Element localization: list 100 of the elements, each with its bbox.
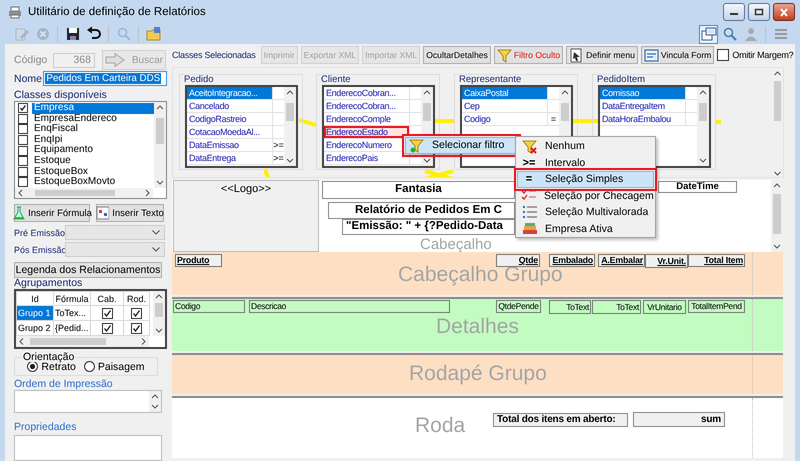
- scrollbar[interactable]: [697, 87, 709, 166]
- action-button[interactable]: Filtro Oculto: [494, 46, 564, 64]
- report-field[interactable]: Codigo: [173, 300, 245, 313]
- report-field[interactable]: <<Logo>>: [173, 180, 319, 252]
- scrollbar[interactable]: [153, 291, 165, 336]
- field-item[interactable]: Comissao: [600, 87, 686, 99]
- report-field[interactable]: ToText: [592, 300, 641, 314]
- checkbox[interactable]: [18, 124, 28, 134]
- report-field[interactable]: "Emissão: " + {?Pedido-Data: [342, 219, 515, 235]
- report-field[interactable]: VrUnitario: [643, 300, 686, 314]
- minimize-button[interactable]: [723, 3, 745, 21]
- report-field[interactable]: Descricao: [249, 300, 450, 313]
- report-field[interactable]: Relatório de Pedidos Em C: [328, 202, 515, 219]
- field-item[interactable]: EnderecoCobran...: [324, 87, 410, 99]
- checkbox[interactable]: [102, 322, 112, 334]
- field-item[interactable]: Codigo: [462, 113, 548, 125]
- report-field[interactable]: DateTime: [658, 181, 737, 193]
- field-item[interactable]: EnderecoEstado: [324, 126, 410, 138]
- scrollbar[interactable]: [154, 102, 166, 188]
- pre-emission-label: Pré Emissão: [14, 228, 65, 238]
- grid-cell[interactable]: Grupo 1: [16, 306, 54, 320]
- menu-item[interactable]: Seleção por Checagem: [517, 188, 654, 204]
- field-item[interactable]: EnderecoComple: [324, 113, 410, 125]
- class-item[interactable]: EstoqueBox: [32, 166, 154, 178]
- checkbox-label: Omitir Margem?: [732, 50, 794, 60]
- field-item[interactable]: Cancelado: [187, 100, 273, 112]
- radio-button[interactable]: [84, 361, 95, 372]
- print-order-field[interactable]: [14, 390, 162, 413]
- field-item[interactable]: CodigoRastreio: [187, 113, 273, 125]
- class-item[interactable]: Estoque: [32, 156, 154, 166]
- class-item[interactable]: Equipamento: [32, 145, 154, 156]
- action-button[interactable]: Definir menu: [566, 46, 638, 64]
- field-item[interactable]: CotacaoMoedaAl...: [187, 126, 273, 138]
- relation-line: [423, 169, 455, 177]
- class-item[interactable]: EmpresaEndereco: [32, 114, 154, 124]
- search-icon: [722, 26, 738, 42]
- layout-button[interactable]: [699, 24, 718, 44]
- field-item[interactable]: DataHoraEmbalou: [600, 113, 686, 125]
- report-field[interactable]: Embalado: [549, 254, 595, 267]
- menu-item[interactable]: >= Intervalo: [517, 154, 654, 171]
- checkbox[interactable]: [18, 135, 28, 146]
- field-item[interactable]: CaixaPostal: [462, 87, 548, 99]
- report-field[interactable]: Produto: [175, 254, 222, 267]
- class-item[interactable]: EstoqueBoxMovto: [32, 177, 154, 188]
- insert-text-button[interactable]: Inserir Texto: [96, 204, 164, 222]
- list-icon: [522, 204, 536, 220]
- insert-formula-button[interactable]: Inserir Fórmula: [14, 204, 90, 222]
- class-item[interactable]: EnqIpi: [32, 134, 154, 146]
- report-field[interactable]: Fantasia: [322, 181, 515, 199]
- folder-button[interactable]: [144, 24, 163, 44]
- scrollbar[interactable]: [16, 336, 149, 347]
- checkbox[interactable]: [131, 308, 142, 318]
- menu-item[interactable]: Empresa Ativa: [517, 220, 654, 237]
- class-title: Representante: [459, 74, 522, 85]
- field-item[interactable]: EnderecoCobran...: [324, 100, 410, 112]
- checkbox[interactable]: [18, 156, 28, 166]
- report-field[interactable]: sum: [633, 412, 725, 427]
- field-item[interactable]: AceitoIntegracao...: [187, 87, 273, 99]
- maximize-button[interactable]: [748, 3, 770, 21]
- scrollbar[interactable]: [15, 188, 153, 198]
- scrollbar[interactable]: [284, 87, 296, 166]
- checkbox[interactable]: [717, 49, 730, 61]
- report-field[interactable]: QtdePende: [496, 300, 541, 313]
- user-icon: [742, 26, 758, 42]
- legend-button[interactable]: Legenda dos Relacionamentos: [14, 262, 162, 278]
- report-field[interactable]: Total Item: [688, 254, 745, 267]
- menu-item[interactable]: Nenhum: [517, 138, 654, 154]
- chevron-icon: [152, 230, 160, 235]
- band-title: Detalhes: [436, 316, 519, 337]
- checkbox[interactable]: [18, 166, 28, 177]
- checkbox[interactable]: [18, 103, 28, 114]
- action-button[interactable]: Vincula Form: [640, 46, 714, 64]
- field-item[interactable]: Cep: [462, 100, 548, 112]
- class-item[interactable]: Empresa: [32, 103, 154, 114]
- field-item[interactable]: DataEmissao: [187, 139, 273, 151]
- group-label: Orientação: [22, 352, 76, 362]
- name-label: Nome: [14, 72, 44, 84]
- name-field[interactable]: Pedidos Em Carteira DDS: [43, 71, 167, 86]
- class-item[interactable]: EnqFiscal: [32, 124, 154, 135]
- report-field[interactable]: Qtde: [496, 254, 540, 267]
- action-button[interactable]: OcultarDetalhes: [423, 46, 491, 64]
- report-field[interactable]: ToText: [549, 300, 591, 314]
- scrollbar[interactable]: [149, 391, 161, 412]
- field-item[interactable]: DataEntregaItem: [600, 100, 686, 112]
- checkbox[interactable]: [102, 308, 112, 318]
- report-field[interactable]: Vr.Unit.: [645, 254, 688, 268]
- report-field[interactable]: Total dos itens em aberto:: [493, 413, 628, 427]
- checkbox[interactable]: [131, 322, 142, 334]
- close-button[interactable]: [773, 3, 795, 21]
- save-icon: [64, 26, 80, 42]
- section-label: Agrupamentos: [14, 278, 84, 289]
- field-item[interactable]: DataEntrega: [187, 152, 273, 164]
- checkbox[interactable]: [18, 177, 28, 188]
- filter-operator: >=: [273, 139, 284, 151]
- menu-item[interactable]: Seleção Multivalorada: [517, 204, 654, 220]
- checkbox[interactable]: [18, 146, 28, 156]
- form-icon: [644, 48, 659, 62]
- report-field[interactable]: A.Embalar: [598, 254, 645, 267]
- checkbox[interactable]: [18, 114, 28, 124]
- report-field[interactable]: TotalItemPend: [688, 300, 745, 313]
